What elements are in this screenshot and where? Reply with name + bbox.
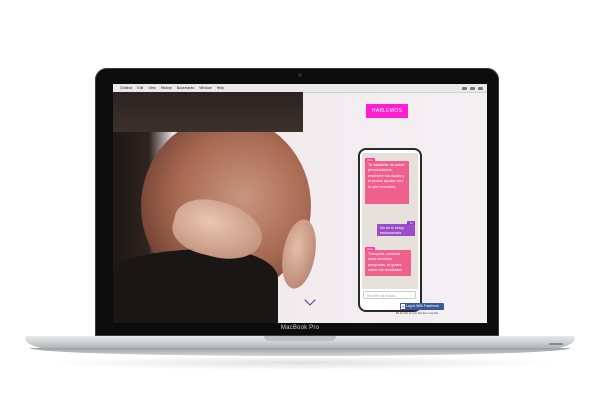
status-icons xyxy=(462,86,483,90)
message-text: Tranquila, contesta unas sencillas pregu… xyxy=(368,252,403,273)
sender-tag: Zina xyxy=(365,247,375,251)
screen: Chatbot Edit View History Bookmarks Wind… xyxy=(113,84,487,323)
facebook-login-button[interactable]: Log in With Facebook xyxy=(400,303,444,310)
camera-icon xyxy=(298,73,302,77)
laptop-shadow xyxy=(40,356,560,370)
hablemos-button[interactable]: HABLEMOS xyxy=(366,104,408,118)
message-text: No se si estoy embarazada xyxy=(380,226,404,236)
menu-item-view[interactable]: View xyxy=(148,86,156,90)
menu-item-window[interactable]: Window xyxy=(199,86,211,90)
brand-label: MacBook Pro xyxy=(280,325,320,331)
laptop-mockup: Chatbot Edit View History Bookmarks Wind… xyxy=(0,0,600,408)
bot-message: Zina Tu asistente de salud personalizada… xyxy=(365,158,409,204)
photo-shirt xyxy=(113,92,303,132)
sleep-led xyxy=(549,343,563,345)
menu-item-edit[interactable]: Edit xyxy=(137,86,143,90)
wifi-icon[interactable] xyxy=(462,86,467,90)
laptop-base-lip xyxy=(30,348,570,356)
facebook-icon: f xyxy=(401,304,405,309)
menu-item-bookmarks[interactable]: Bookmarks xyxy=(177,86,195,90)
phone-chat-mockup: Zina Tu asistente de salud personalizada… xyxy=(358,148,422,312)
menu-item-history[interactable]: History xyxy=(161,86,172,90)
message-text: Tu asistente de salud personalizada, res… xyxy=(368,163,405,189)
facebook-note: Be the first of your friends to use this xyxy=(396,312,439,315)
chat-area: Zina Tu asistente de salud personalizada… xyxy=(362,153,418,289)
clock-icon[interactable] xyxy=(478,86,483,90)
menu-item-help[interactable]: Help xyxy=(217,86,224,90)
chat-input[interactable]: Escribe tus dudas... xyxy=(363,291,416,299)
user-message: Tú No se si estoy embarazada xyxy=(377,221,415,236)
battery-icon[interactable] xyxy=(470,86,475,90)
opening-notch xyxy=(264,336,336,341)
sender-tag: Zina xyxy=(365,158,375,162)
bot-message: Zina Tranquila, contesta unas sencillas … xyxy=(365,247,411,276)
menu-item-app[interactable]: Chatbot xyxy=(120,86,132,90)
sender-tag: Tú xyxy=(407,221,415,225)
photo-pants xyxy=(113,249,278,323)
